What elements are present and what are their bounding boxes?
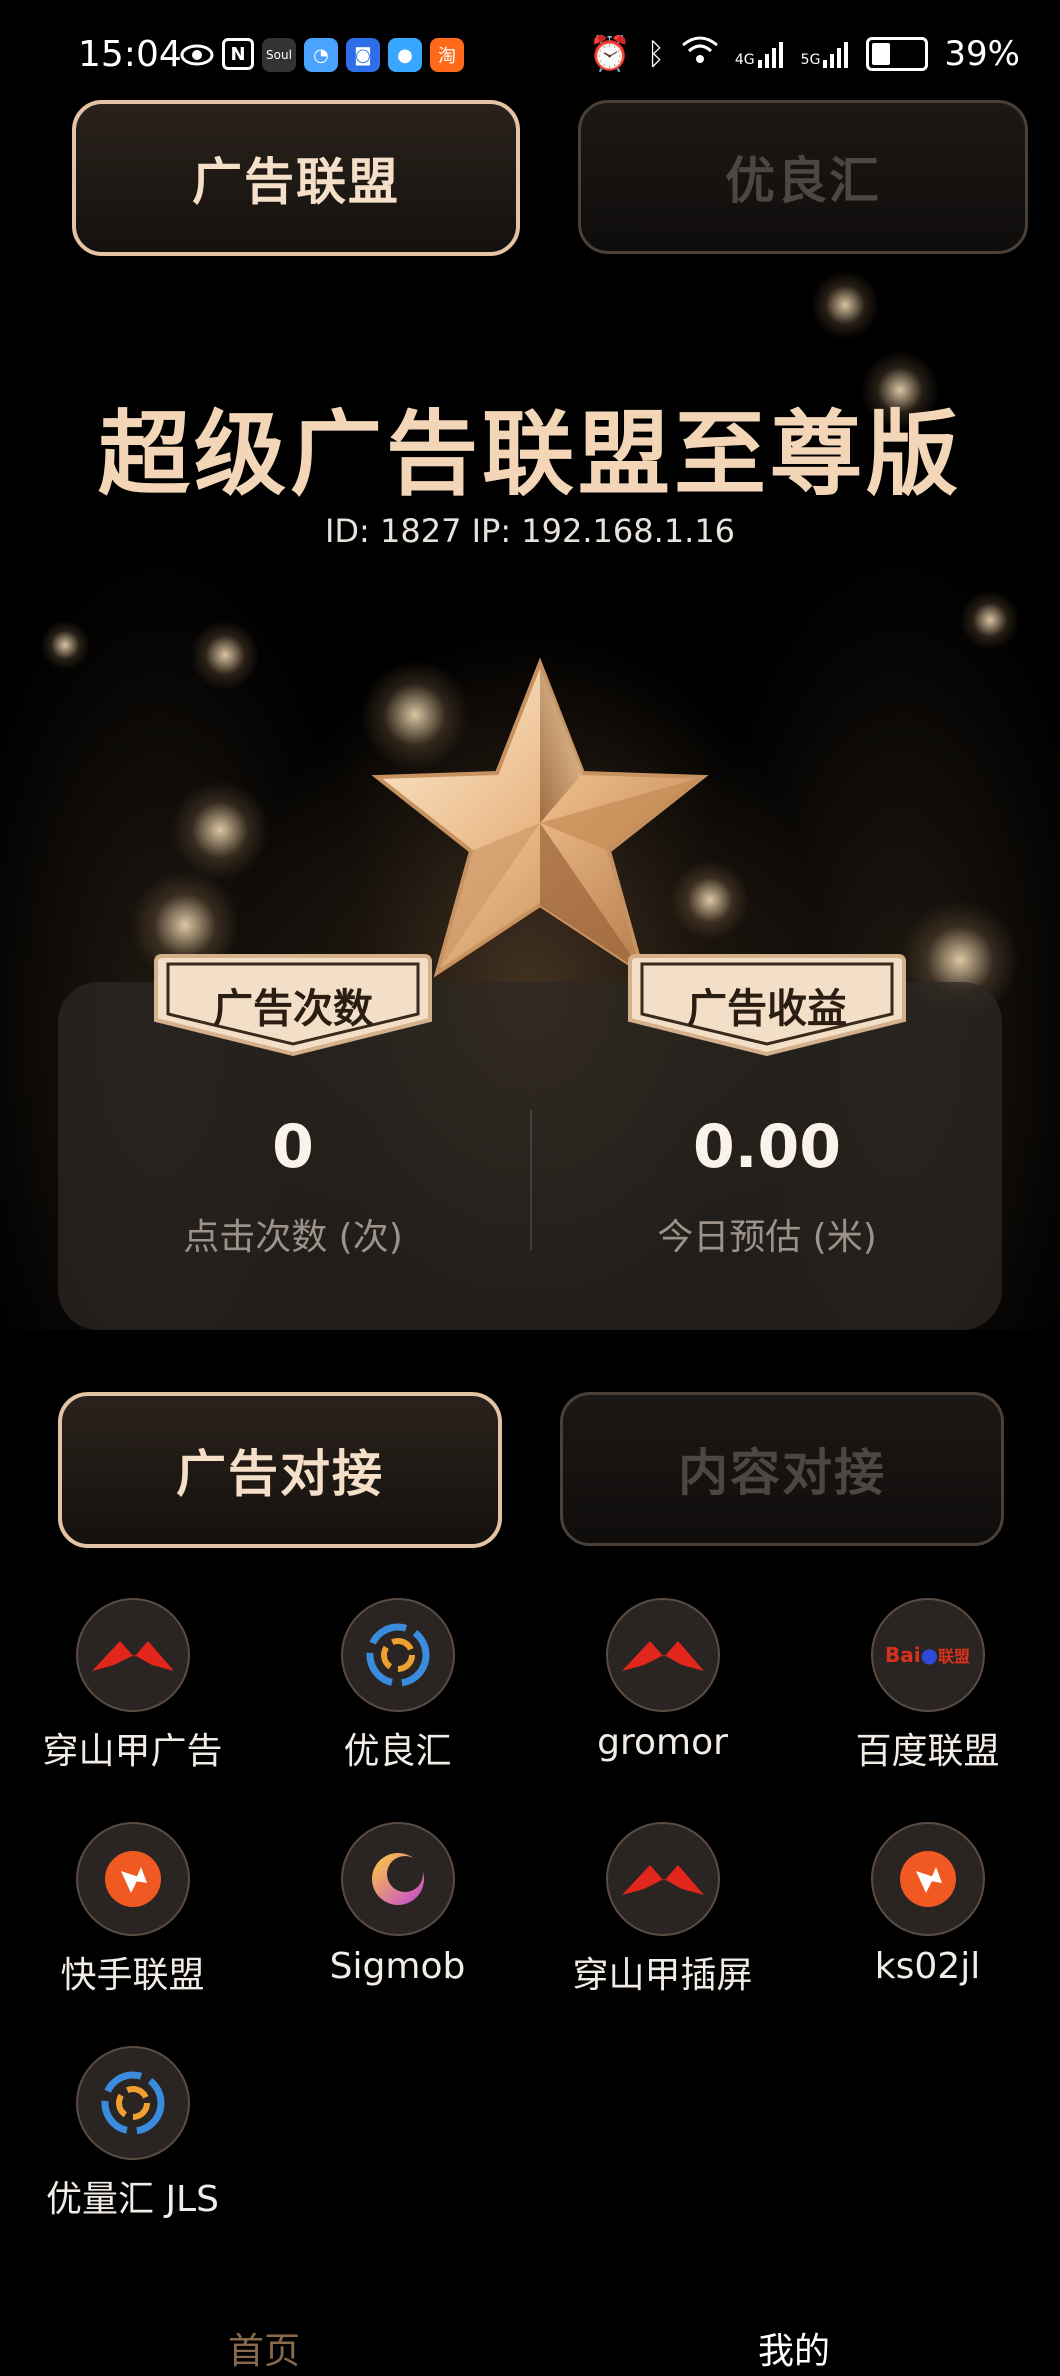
platform-item[interactable]: 优量汇 JLS — [0, 2046, 265, 2222]
platform-label: 穿山甲广告 — [42, 1731, 223, 1772]
platform-label: gromor — [597, 1722, 728, 1763]
platform-item[interactable]: gromor — [530, 1598, 795, 1763]
net-4g-label: 4G — [734, 52, 755, 68]
tab-youlianghui[interactable]: 优良汇 — [578, 100, 1028, 254]
bokeh-light — [810, 270, 880, 340]
bokeh-light — [190, 620, 260, 690]
tab-ad-integration[interactable]: 广告对接 — [58, 1392, 502, 1548]
sigmob-icon — [340, 1822, 455, 1936]
nav-home[interactable]: 首页 — [164, 2322, 364, 2374]
kuaishou-icon — [870, 1822, 985, 1936]
ylh-icon — [340, 1598, 455, 1712]
platform-item[interactable]: Sigmob — [265, 1822, 530, 1987]
baidu-text-2: 联盟 — [938, 1647, 971, 1666]
star-trophy-icon — [371, 657, 709, 978]
bluetooth-icon: ᛒ — [646, 36, 665, 72]
bottom-nav: 首页 我的 — [0, 2300, 1060, 2376]
revenue-label: 今日预估 (米) — [657, 1217, 877, 1258]
platform-label: 百度联盟 — [855, 1731, 1000, 1772]
bokeh-light — [40, 620, 90, 670]
revenue-value: 0.00 — [692, 1112, 842, 1182]
pangle-icon — [75, 1598, 190, 1712]
badge-ad-count-label: 广告次数 — [213, 986, 373, 1032]
badge-ad-count: 广告次数 — [152, 950, 434, 1060]
net-5g-label: 5G — [800, 52, 821, 68]
platform-label: Sigmob — [329, 1946, 466, 1987]
pangle-icon — [605, 1598, 720, 1712]
alarm-icon: ⏰ — [588, 34, 631, 74]
platform-item[interactable]: 优良汇 — [265, 1598, 530, 1774]
pangle-icon — [605, 1822, 720, 1936]
baidu-icon: Bai ● 联盟 — [870, 1598, 985, 1712]
baidu-text: Bai — [884, 1643, 921, 1667]
platform-item[interactable]: 快手联盟 — [0, 1822, 265, 1998]
soul-app-icon: Soul — [262, 38, 296, 72]
signal-4g-icon: 4G — [735, 40, 785, 68]
nav-mine[interactable]: 我的 — [694, 2322, 894, 2374]
notification-icons: N Soul ◔ ◙ ● 淘 — [180, 38, 464, 72]
bokeh-light — [170, 780, 270, 880]
stats-divider — [530, 1110, 532, 1250]
qq-app-icon: ● — [388, 38, 422, 72]
platform-item[interactable]: 穿山甲插屏 — [530, 1822, 795, 1998]
blue-app-icon: ◙ — [346, 38, 380, 72]
platform-label: 快手联盟 — [60, 1955, 205, 1996]
platform-item[interactable]: Bai ● 联盟 百度联盟 — [795, 1598, 1060, 1774]
signal-5g-icon: 5G — [801, 40, 851, 68]
badge-ad-revenue-label: 广告收益 — [687, 986, 847, 1032]
status-right: ⏰ ᛒ 4G 5G 39% — [589, 34, 1020, 74]
ylh-icon — [75, 2046, 190, 2160]
platform-label: 优良汇 — [343, 1731, 452, 1772]
eye-icon — [180, 38, 214, 72]
click-count-label: 点击次数 (次) — [183, 1217, 403, 1258]
platform-label: ks02jl — [874, 1946, 981, 1987]
status-bar: 15:04 N Soul ◔ ◙ ● 淘 ⏰ ᛒ 4G 5G 39% — [0, 0, 1060, 100]
platform-item[interactable]: 穿山甲广告 — [0, 1598, 265, 1774]
wifi-icon — [681, 34, 719, 74]
chat-app-icon: ◔ — [304, 38, 338, 72]
platform-label: 穿山甲插屏 — [572, 1955, 753, 1996]
page-title: 超级广告联盟至尊版 — [97, 401, 962, 508]
platform-label: 优量汇 JLS — [46, 2179, 219, 2220]
tab-ad-alliance[interactable]: 广告联盟 — [72, 100, 520, 256]
badge-ad-revenue: 广告收益 — [626, 950, 908, 1060]
nfc-icon: N — [222, 38, 254, 70]
click-count-value: 0 — [272, 1112, 314, 1182]
battery-level: 39% — [944, 34, 1020, 74]
kuaishou-icon — [75, 1822, 190, 1936]
id-ip-line: ID: 1827 IP: 192.168.1.16 — [324, 512, 736, 550]
platform-item[interactable]: ks02jl — [795, 1822, 1060, 1987]
paw-icon: ● — [920, 1643, 939, 1667]
battery-icon — [866, 37, 929, 71]
taobao-app-icon: 淘 — [430, 38, 464, 72]
bokeh-light — [960, 590, 1020, 650]
tab-content-integration[interactable]: 内容对接 — [560, 1392, 1004, 1546]
status-time: 15:04 — [78, 34, 182, 75]
